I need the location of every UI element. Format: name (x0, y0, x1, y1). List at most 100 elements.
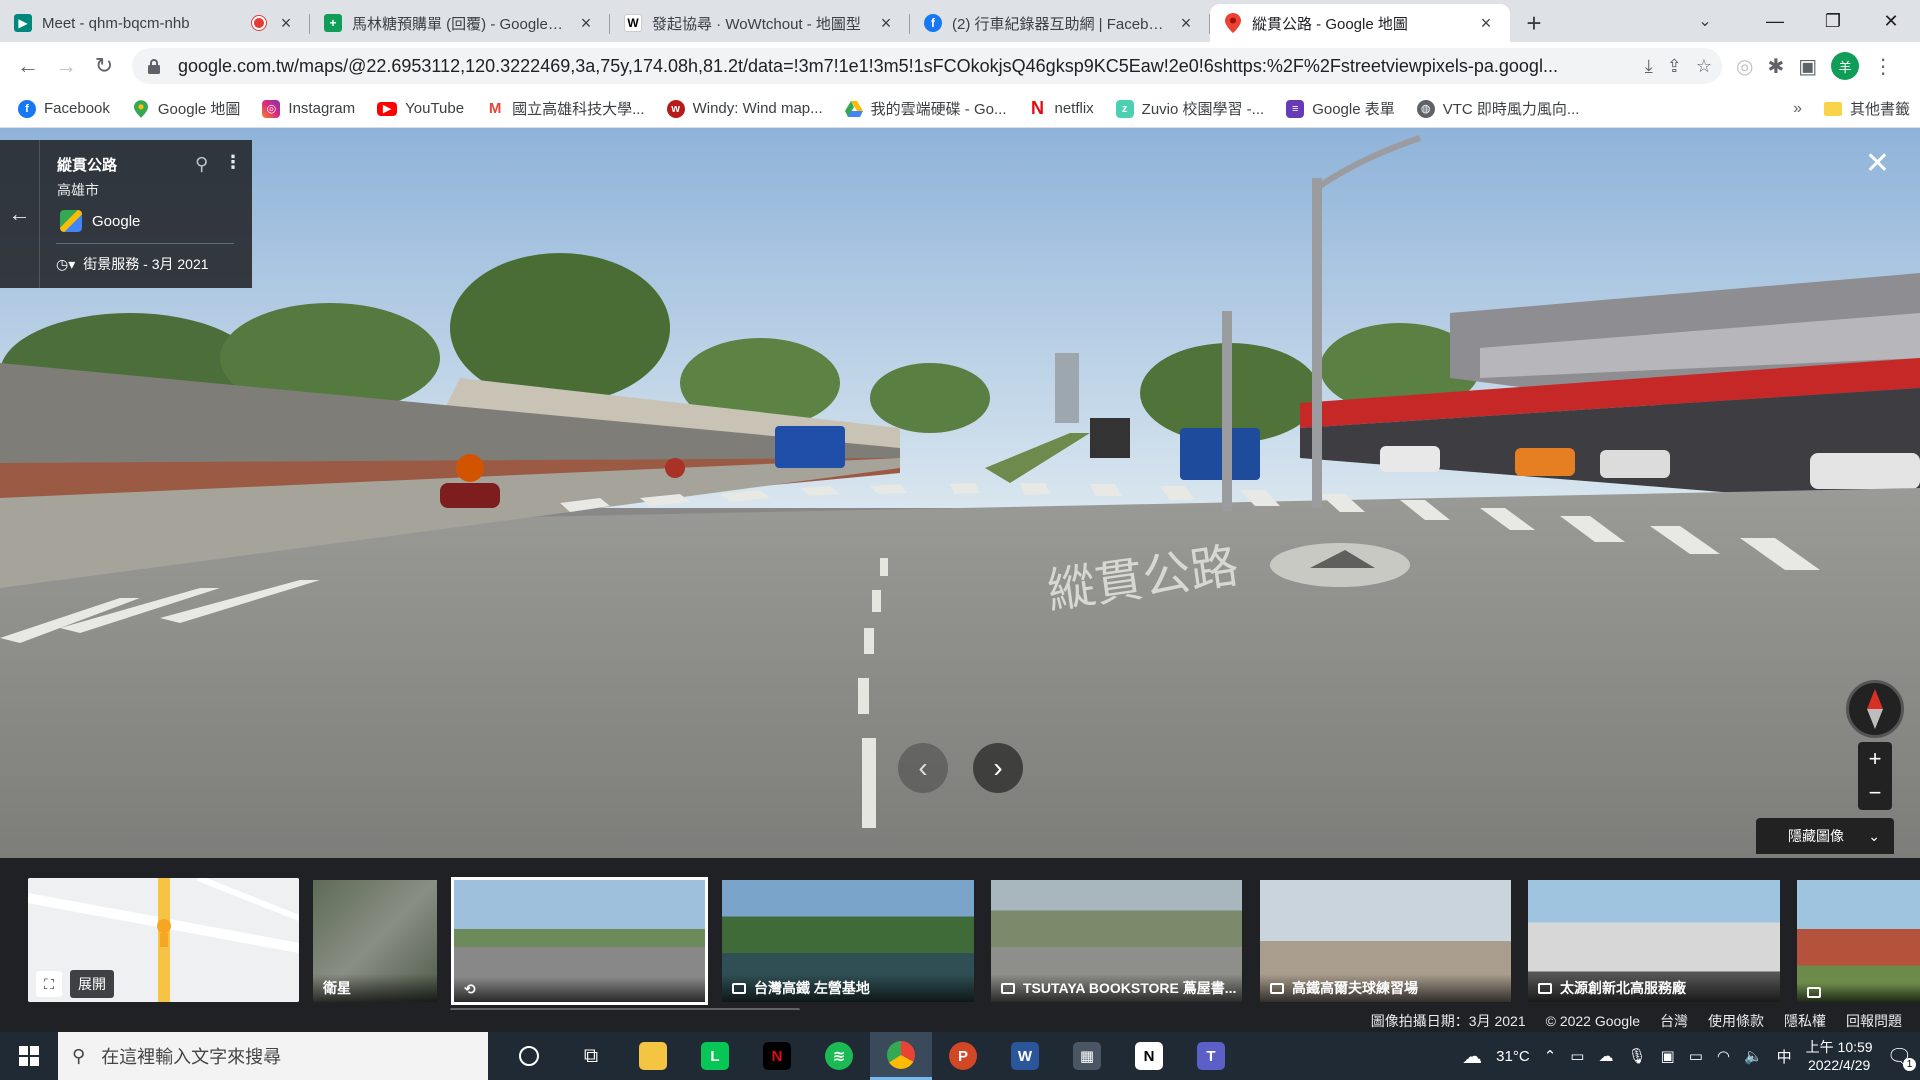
bookmark-windy[interactable]: w Windy: Wind map... (666, 99, 823, 118)
calculator-icon[interactable]: ▦ (1056, 1032, 1118, 1080)
close-street-view-icon[interactable]: ✕ (1865, 146, 1890, 181)
volume-icon[interactable]: 🔈 (1744, 1047, 1763, 1065)
spotify-icon[interactable]: ≋ (808, 1032, 870, 1080)
privacy-link[interactable]: 隱私權 (1784, 1011, 1826, 1031)
install-app-icon[interactable]: ⤓ (1645, 56, 1653, 77)
tab-meet[interactable]: ▶ Meet - qhm-bqcm-nhb × (0, 4, 310, 42)
chrome-icon[interactable] (870, 1032, 932, 1080)
close-tab-icon[interactable]: × (576, 13, 596, 33)
url-text[interactable]: google.com.tw/maps/@22.6953112,120.32224… (178, 56, 1645, 77)
report-problem-link[interactable]: 回報問題 (1846, 1011, 1902, 1031)
onedrive-icon[interactable]: ☁ (1598, 1047, 1613, 1065)
bookmark-google-drive[interactable]: 我的雲端硬碟 - Go... (844, 98, 1006, 119)
previous-arrow-button[interactable]: ‹ (898, 743, 948, 793)
menu-kebab-icon[interactable]: ⋮ (1873, 54, 1893, 79)
bookmark-zuvio[interactable]: z Zuvio 校園學習 -... (1115, 98, 1264, 119)
windows-start-icon[interactable] (0, 1032, 58, 1080)
expand-map-button[interactable]: ⛶ 展開 (36, 970, 114, 998)
street-scene-image[interactable]: 縱貫公路 (0, 128, 1920, 858)
terms-link[interactable]: 使用條款 (1708, 1011, 1764, 1031)
hide-images-button[interactable]: 隱藏圖像 ⌄ (1756, 818, 1894, 854)
minimize-button[interactable]: — (1746, 0, 1804, 42)
more-bookmarks-icon[interactable]: » (1793, 100, 1802, 118)
tab-facebook[interactable]: f (2) 行車紀錄器互助網 | Facebook × (910, 4, 1210, 42)
line-app-icon[interactable]: L (684, 1032, 746, 1080)
next-arrow-button[interactable]: › (973, 743, 1023, 793)
compass-icon[interactable] (1846, 680, 1904, 738)
new-tab-button[interactable]: + (1516, 4, 1552, 42)
netflix-app-icon[interactable]: N (746, 1032, 808, 1080)
microphone-icon[interactable]: 🎙 (1627, 1047, 1646, 1065)
thumbnail-photo[interactable]: 台灣高鐵 左營基地 (722, 880, 974, 1002)
close-tab-icon[interactable]: × (1476, 13, 1496, 33)
share-icon[interactable]: ⇪ (1667, 56, 1682, 77)
location-pin-icon[interactable]: ⚲ (195, 154, 208, 175)
profile-avatar[interactable]: 羊 (1831, 52, 1860, 80)
lock-icon[interactable] (144, 56, 164, 76)
clock[interactable]: 上午 10:59 2022/4/29 (1806, 1038, 1873, 1074)
thumbnail-satellite[interactable]: 衛星 (313, 880, 437, 1002)
powerpoint-icon[interactable]: P (932, 1032, 994, 1080)
zoom-out-button[interactable]: − (1858, 776, 1892, 810)
tab-title: 馬林糖預購單 (回覆) - Google 試算表 (352, 15, 566, 33)
ime-indicator[interactable]: 中 (1777, 1046, 1792, 1067)
bookmark-vtc[interactable]: ◍ VTC 即時風力風向... (1416, 98, 1579, 119)
forward-arrow-icon[interactable]: → (48, 48, 84, 84)
extensions-puzzle-icon[interactable]: ✱ (1767, 54, 1784, 79)
cortana-icon[interactable] (498, 1032, 560, 1080)
bookmark-google-maps[interactable]: Google 地圖 (132, 98, 240, 119)
tab-sheets[interactable]: + 馬林糖預購單 (回覆) - Google 試算表 × (310, 4, 610, 42)
close-window-button[interactable]: ✕ (1862, 0, 1920, 42)
close-tab-icon[interactable]: × (876, 13, 896, 33)
restore-button[interactable]: ❐ (1804, 0, 1862, 42)
side-panel-icon[interactable]: ▣ (1798, 54, 1817, 79)
time-travel-dropdown[interactable]: ◷▾ 街景服務 - 3月 2021 (56, 254, 209, 274)
teams-icon[interactable]: T (1180, 1032, 1242, 1080)
bookmark-nkust[interactable]: M 國立高雄科技大學... (486, 98, 645, 119)
bookmark-star-icon[interactable]: ☆ (1696, 56, 1712, 77)
mini-map[interactable]: ⛶ 展開 (28, 878, 299, 1002)
meet-now-icon[interactable]: ▭ (1570, 1047, 1584, 1065)
display-icon[interactable]: ▣ (1661, 1047, 1675, 1065)
tab-wowtchout[interactable]: W 發起協尋 · WoWtchout - 地圖型 × (610, 4, 910, 42)
thumbnail-photo[interactable]: TSUTAYA BOOKSTORE 蔦屋書... (991, 880, 1242, 1002)
thumbnail-photo[interactable] (1797, 880, 1920, 1002)
other-bookmarks-folder[interactable]: 其他書籤 (1823, 98, 1910, 119)
street-view-panorama[interactable]: 縱貫公路 ← 縱貫公路 高雄市 ⚲ ⋮ Google ◷▾ 街景服務 - 3月 … (0, 128, 1920, 858)
bookmark-netflix[interactable]: Nnetflix (1028, 98, 1094, 118)
bookmark-facebook[interactable]: f Facebook (18, 99, 110, 118)
notion-icon[interactable]: N (1118, 1032, 1180, 1080)
reload-icon[interactable]: ↻ (86, 48, 122, 84)
zoom-in-button[interactable]: + (1858, 742, 1892, 776)
provider-link[interactable]: Google (60, 210, 140, 232)
tab-google-maps[interactable]: 縱貫公路 - Google 地圖 × (1210, 4, 1510, 42)
word-icon[interactable]: W (994, 1032, 1056, 1080)
region-link[interactable]: 台灣 (1660, 1011, 1688, 1031)
battery-icon[interactable]: ▭ (1689, 1047, 1703, 1065)
bookmark-youtube[interactable]: ▶ YouTube (377, 100, 464, 117)
thumbnail-photo[interactable]: 高鐵高爾夫球練習場 (1260, 880, 1511, 1002)
bookmark-google-forms[interactable]: ≡ Google 表單 (1286, 98, 1395, 119)
close-tab-icon[interactable]: × (1176, 13, 1196, 33)
bookmark-instagram[interactable]: ◎ Instagram (262, 99, 355, 118)
more-options-icon[interactable]: ⋮ (224, 152, 242, 173)
taskbar-search-box[interactable]: ⚲ 在這裡輸入文字來搜尋 (58, 1032, 488, 1080)
recording-indicator-icon (252, 16, 266, 30)
back-arrow-icon[interactable]: ← (10, 48, 46, 84)
chevron-up-icon[interactable]: ⌃ (1544, 1047, 1557, 1065)
back-arrow-icon[interactable]: ← (0, 140, 40, 288)
google-sheets-icon: + (324, 14, 342, 32)
tab-search-icon[interactable]: ⌄ (1688, 6, 1722, 36)
window-controls: — ❐ ✕ (1746, 0, 1920, 42)
thumbnail-photo[interactable]: 太源創新北高服務廠 (1528, 880, 1780, 1002)
task-view-icon[interactable]: ⧉ (560, 1032, 622, 1080)
weather-cloud-icon[interactable]: ☁ (1462, 1044, 1482, 1069)
wifi-icon[interactable]: ◠ (1717, 1047, 1730, 1065)
close-tab-icon[interactable]: × (276, 13, 296, 33)
eye-extension-icon[interactable]: ◎ (1736, 54, 1753, 79)
temperature-label[interactable]: 31°C (1496, 1048, 1530, 1065)
thumbnail-streetview[interactable]: ⟲ (451, 877, 708, 1005)
file-explorer-icon[interactable] (622, 1032, 684, 1080)
address-bar[interactable]: google.com.tw/maps/@22.6953112,120.32224… (132, 48, 1722, 84)
notification-icon[interactable]: 🗨 1 (1887, 1044, 1916, 1071)
